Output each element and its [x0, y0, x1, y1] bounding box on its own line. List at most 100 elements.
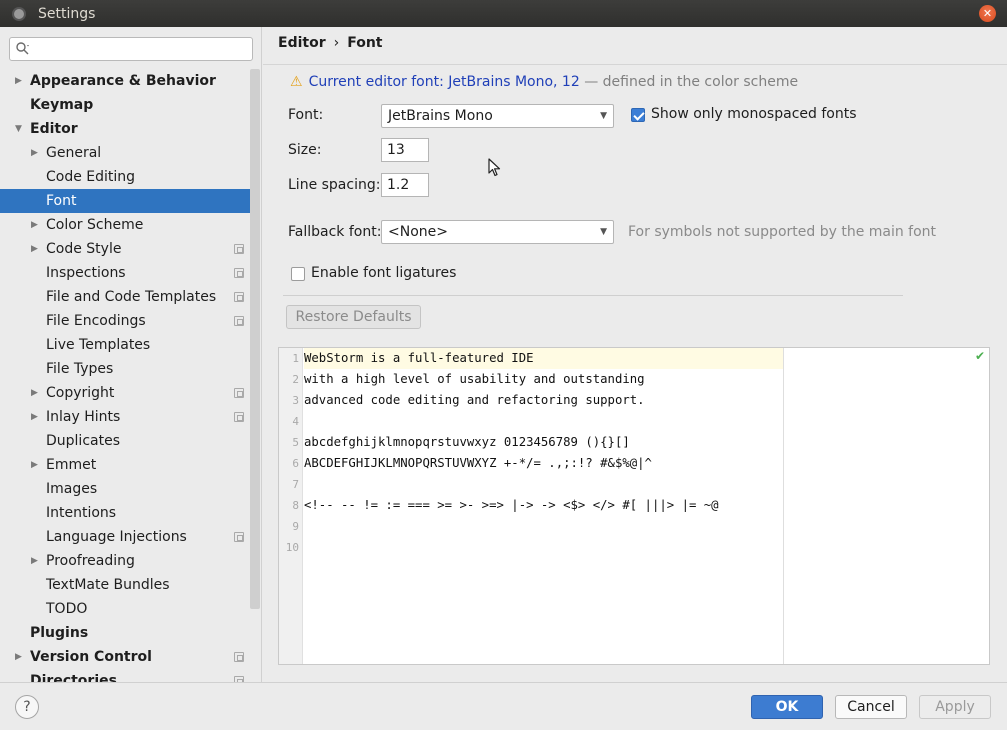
sidebar-item-label: Emmet — [46, 457, 97, 473]
sidebar-item-keymap[interactable]: Keymap — [0, 93, 250, 117]
collapsed-arrow-icon[interactable]: ▶ — [31, 405, 38, 429]
breadcrumb: Editor › Font — [278, 35, 383, 51]
fallback-font-hint: For symbols not supported by the main fo… — [628, 224, 937, 240]
collapsed-arrow-icon[interactable]: ▶ — [31, 381, 38, 405]
mouse-cursor-icon — [488, 158, 501, 177]
font-select[interactable]: JetBrains Mono ▼ — [381, 104, 614, 128]
dialog-button-bar: ? OK Cancel Apply — [0, 682, 1007, 730]
help-button[interactable]: ? — [15, 695, 39, 719]
sidebar-item-intentions[interactable]: Intentions — [0, 501, 250, 525]
sidebar-item-label: Images — [46, 481, 98, 497]
size-label: Size: — [288, 142, 322, 158]
preview-code-line: abcdefghijklmnopqrstuvwxyz 0123456789 ()… — [304, 435, 630, 449]
ok-button[interactable]: OK — [751, 695, 823, 719]
sidebar-item-appearance-behavior[interactable]: ▶ Appearance & Behavior — [0, 69, 250, 93]
close-window-button[interactable]: ✕ — [979, 5, 996, 22]
sidebar-item-file-encodings[interactable]: File Encodings — [0, 309, 250, 333]
restore-defaults-button[interactable]: Restore Defaults — [286, 305, 421, 329]
sidebar-item-label: Color Scheme — [46, 217, 144, 233]
sidebar-item-code-style[interactable]: ▶ Code Style — [0, 237, 250, 261]
search-input[interactable] — [9, 37, 253, 61]
sidebar-item-inlay-hints[interactable]: ▶ Inlay Hints — [0, 405, 250, 429]
sidebar-item-version-control[interactable]: ▶ Version Control — [0, 645, 250, 669]
monospaced-label[interactable]: Show only monospaced fonts — [651, 106, 857, 122]
sidebar-item-textmate-bundles[interactable]: TextMate Bundles — [0, 573, 250, 597]
line-number: 1 — [292, 352, 299, 365]
right-margin-guide — [783, 348, 784, 664]
sidebar-item-file-types[interactable]: File Types — [0, 357, 250, 381]
sidebar-item-label: Proofreading — [46, 553, 135, 569]
apply-button[interactable]: Apply — [919, 695, 991, 719]
line-number: 5 — [292, 436, 299, 449]
breadcrumb-current: Font — [347, 35, 383, 51]
sidebar-scrollbar[interactable] — [250, 69, 260, 609]
fallback-font-value: <None> — [388, 224, 448, 240]
inspection-ok-icon: ✔ — [974, 349, 985, 363]
sidebar-item-code-editing[interactable]: Code Editing — [0, 165, 250, 189]
preview-code-line: advanced code editing and refactoring su… — [304, 393, 645, 407]
collapsed-arrow-icon[interactable]: ▶ — [31, 453, 38, 477]
sidebar-item-label: Version Control — [30, 649, 152, 665]
title-bar: Settings ✕ — [0, 0, 1007, 27]
sidebar-item-color-scheme[interactable]: ▶ Color Scheme — [0, 213, 250, 237]
ligatures-checkbox[interactable] — [291, 267, 305, 281]
sidebar-item-inspections[interactable]: Inspections — [0, 261, 250, 285]
line-number: 3 — [292, 394, 299, 407]
cancel-button[interactable]: Cancel — [835, 695, 907, 719]
font-select-value: JetBrains Mono — [388, 108, 493, 124]
preview-code-line: WebStorm is a full-featured IDE — [304, 351, 534, 365]
fallback-font-label: Fallback font: — [288, 224, 382, 240]
preview-code-line: ABCDEFGHIJKLMNOPQRSTUVWXYZ +-*/= .,;:!? … — [304, 456, 652, 470]
sidebar-item-label: Editor — [30, 121, 78, 137]
sidebar-item-proofreading[interactable]: ▶ Proofreading — [0, 549, 250, 573]
sidebar-item-language-injections[interactable]: Language Injections — [0, 525, 250, 549]
collapsed-arrow-icon[interactable]: ▶ — [31, 213, 38, 237]
sidebar-item-general[interactable]: ▶ General — [0, 141, 250, 165]
sidebar-item-copyright[interactable]: ▶ Copyright — [0, 381, 250, 405]
collapsed-arrow-icon[interactable]: ▶ — [31, 237, 38, 261]
sidebar-item-label: Font — [46, 193, 77, 209]
sidebar-item-emmet[interactable]: ▶ Emmet — [0, 453, 250, 477]
current-font-link[interactable]: Current editor font: JetBrains Mono, 12 — [309, 74, 580, 90]
collapsed-arrow-icon[interactable]: ▶ — [15, 69, 22, 93]
sidebar-item-live-templates[interactable]: Live Templates — [0, 333, 250, 357]
sidebar-item-file-and-code-templates[interactable]: File and Code Templates — [0, 285, 250, 309]
sidebar-item-images[interactable]: Images — [0, 477, 250, 501]
color-scheme-notice: ⚠ Current editor font: JetBrains Mono, 12… — [290, 74, 798, 90]
sidebar-item-label: Appearance & Behavior — [30, 73, 216, 89]
sidebar-item-font[interactable]: Font — [0, 189, 250, 213]
fallback-font-select[interactable]: <None> ▼ — [381, 220, 614, 244]
project-scope-icon — [234, 244, 244, 254]
line-number: 10 — [285, 541, 299, 554]
line-number: 6 — [292, 457, 299, 470]
sidebar-item-label: Live Templates — [46, 337, 151, 353]
collapsed-arrow-icon[interactable]: ▶ — [31, 549, 38, 573]
sidebar-item-label: Directories — [30, 673, 117, 682]
sidebar-item-label: File Types — [46, 361, 114, 377]
collapsed-arrow-icon[interactable]: ▶ — [31, 141, 38, 165]
sidebar-item-label: Code Editing — [46, 169, 136, 185]
size-input[interactable]: 13 — [381, 138, 429, 162]
line-number: 4 — [292, 415, 299, 428]
expanded-arrow-icon[interactable]: ▼ — [15, 117, 22, 141]
ligatures-label[interactable]: Enable font ligatures — [311, 265, 456, 281]
sidebar-item-label: TODO — [46, 601, 88, 617]
sidebar-item-label: File Encodings — [46, 313, 146, 329]
notice-suffix: — defined in the color scheme — [579, 74, 799, 90]
collapsed-arrow-icon[interactable]: ▶ — [15, 645, 22, 669]
breadcrumb-parent[interactable]: Editor — [278, 35, 326, 51]
sidebar-item-plugins[interactable]: Plugins — [0, 621, 250, 645]
sidebar-item-duplicates[interactable]: Duplicates — [0, 429, 250, 453]
line-number: 7 — [292, 478, 299, 491]
font-preview-editor[interactable]: 1 WebStorm is a full-featured IDE 2 with a … — [278, 347, 990, 665]
sidebar-item-directories[interactable]: Directories — [0, 669, 250, 682]
sidebar-item-label: Keymap — [30, 97, 94, 113]
sidebar-item-label: Inspections — [46, 265, 126, 281]
sidebar-item-editor[interactable]: ▼ Editor — [0, 117, 250, 141]
sidebar-item-label: Intentions — [46, 505, 117, 521]
monospaced-checkbox[interactable] — [631, 108, 645, 122]
sidebar-item-label: Inlay Hints — [46, 409, 121, 425]
preview-code-line: <!-- -- != := === >= >- >=> |-> -> <$> <… — [304, 498, 719, 512]
line-spacing-input[interactable]: 1.2 — [381, 173, 429, 197]
sidebar-item-todo[interactable]: TODO — [0, 597, 250, 621]
